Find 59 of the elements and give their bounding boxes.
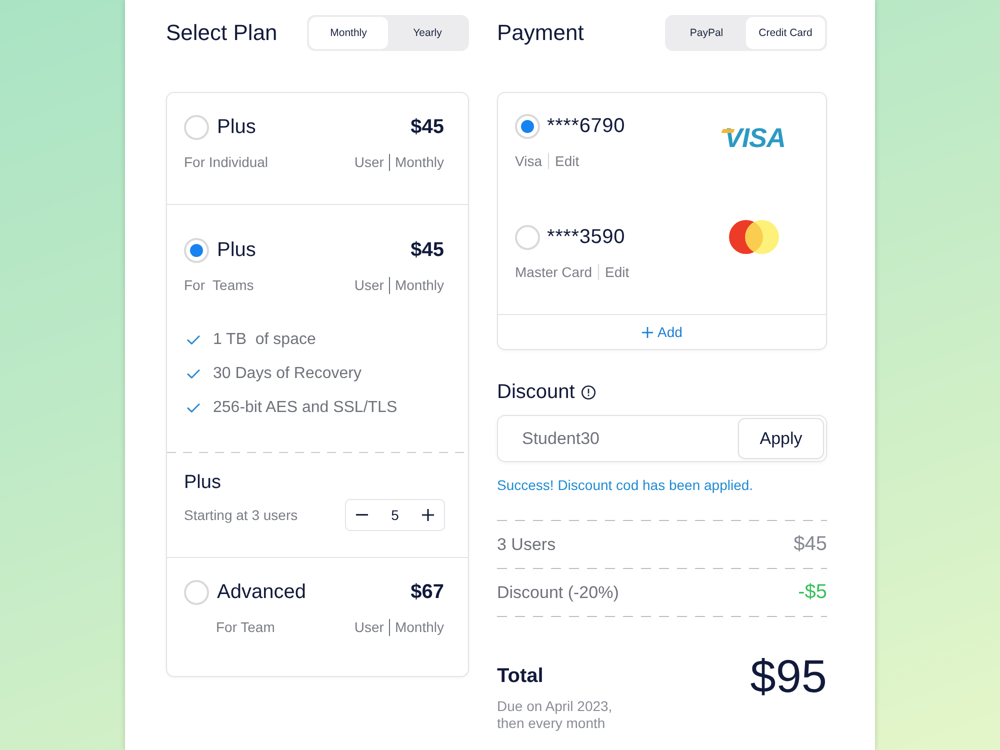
plan-audience: For Individual	[184, 153, 268, 171]
card-number: ****6790	[547, 114, 626, 138]
card-number: ****3590	[547, 226, 626, 248]
billing-period: Monthly	[394, 618, 444, 636]
price-unit: User	[354, 618, 384, 636]
plan-audience: For Team	[215, 618, 275, 636]
feature-text: 256-bit AES and SSL/TLS	[213, 399, 398, 417]
edit-link[interactable]: Edit	[554, 152, 580, 170]
card-brand: Visa	[515, 152, 542, 170]
check-icon	[187, 369, 200, 379]
radio-button[interactable]	[184, 238, 209, 262]
section-title: Payment	[497, 20, 584, 46]
radio-button[interactable]	[184, 580, 209, 604]
line-item-label: 3 Users	[497, 534, 556, 554]
radio-button[interactable]	[184, 114, 209, 140]
total-amount: $95	[750, 651, 827, 701]
price-unit: User	[354, 153, 384, 171]
seat-note: Starting at 3 users	[184, 507, 298, 523]
plan-price: $45	[410, 116, 444, 138]
total-note: Due on April 2023, then every month	[497, 698, 614, 732]
billing-tab[interactable]: Yearly	[388, 17, 467, 49]
check-icon	[187, 335, 200, 345]
seat-plan-name: Plus	[184, 471, 222, 495]
check-icon	[187, 403, 200, 413]
billing-period: Monthly	[394, 153, 444, 171]
discount-code-field[interactable]: Student30 Apply	[497, 415, 827, 462]
line-item-amount: $45	[794, 533, 827, 556]
payment-method-tab[interactable]: Credit Card	[746, 17, 825, 49]
edit-link[interactable]: Edit	[605, 263, 630, 281]
plan-audience: For Teams	[184, 276, 254, 294]
feature-text: 30 Days of Recovery	[213, 365, 362, 383]
minus-icon	[356, 514, 368, 516]
plan-price: $67	[410, 580, 444, 604]
price-unit: User	[354, 276, 384, 294]
card-brand: Master Card	[515, 263, 592, 281]
section-title: Select Plan	[166, 20, 278, 46]
billing-tab[interactable]: Monthly	[309, 17, 388, 49]
radio-button[interactable]	[515, 114, 540, 138]
radio-button[interactable]	[515, 224, 540, 250]
plan-name: Plus	[217, 116, 256, 138]
info-icon	[580, 384, 596, 400]
total-label: Total	[497, 664, 544, 688]
billing-period: Monthly	[394, 276, 444, 294]
plan-price: $45	[410, 238, 444, 262]
section-title: Discount	[497, 380, 575, 404]
quantity-value: 5	[391, 507, 399, 523]
plan-name: Advanced	[217, 580, 306, 604]
plus-icon	[422, 509, 434, 521]
line-item-label: Discount (-20%)	[497, 582, 619, 602]
add-card-button[interactable]: Add	[498, 314, 826, 349]
success-message: Success! Discount cod has been applied.	[497, 476, 754, 494]
line-item-amount: -$5	[798, 581, 827, 604]
feature-text: 1 TB of space	[213, 331, 316, 349]
plus-icon	[642, 326, 653, 338]
card-logo: VISA	[722, 123, 786, 153]
card-logo-icon	[729, 220, 779, 254]
payment-method-tab[interactable]: PayPal	[667, 17, 746, 49]
plan-name: Plus	[217, 238, 256, 262]
apply-button[interactable]: Apply	[738, 418, 824, 459]
